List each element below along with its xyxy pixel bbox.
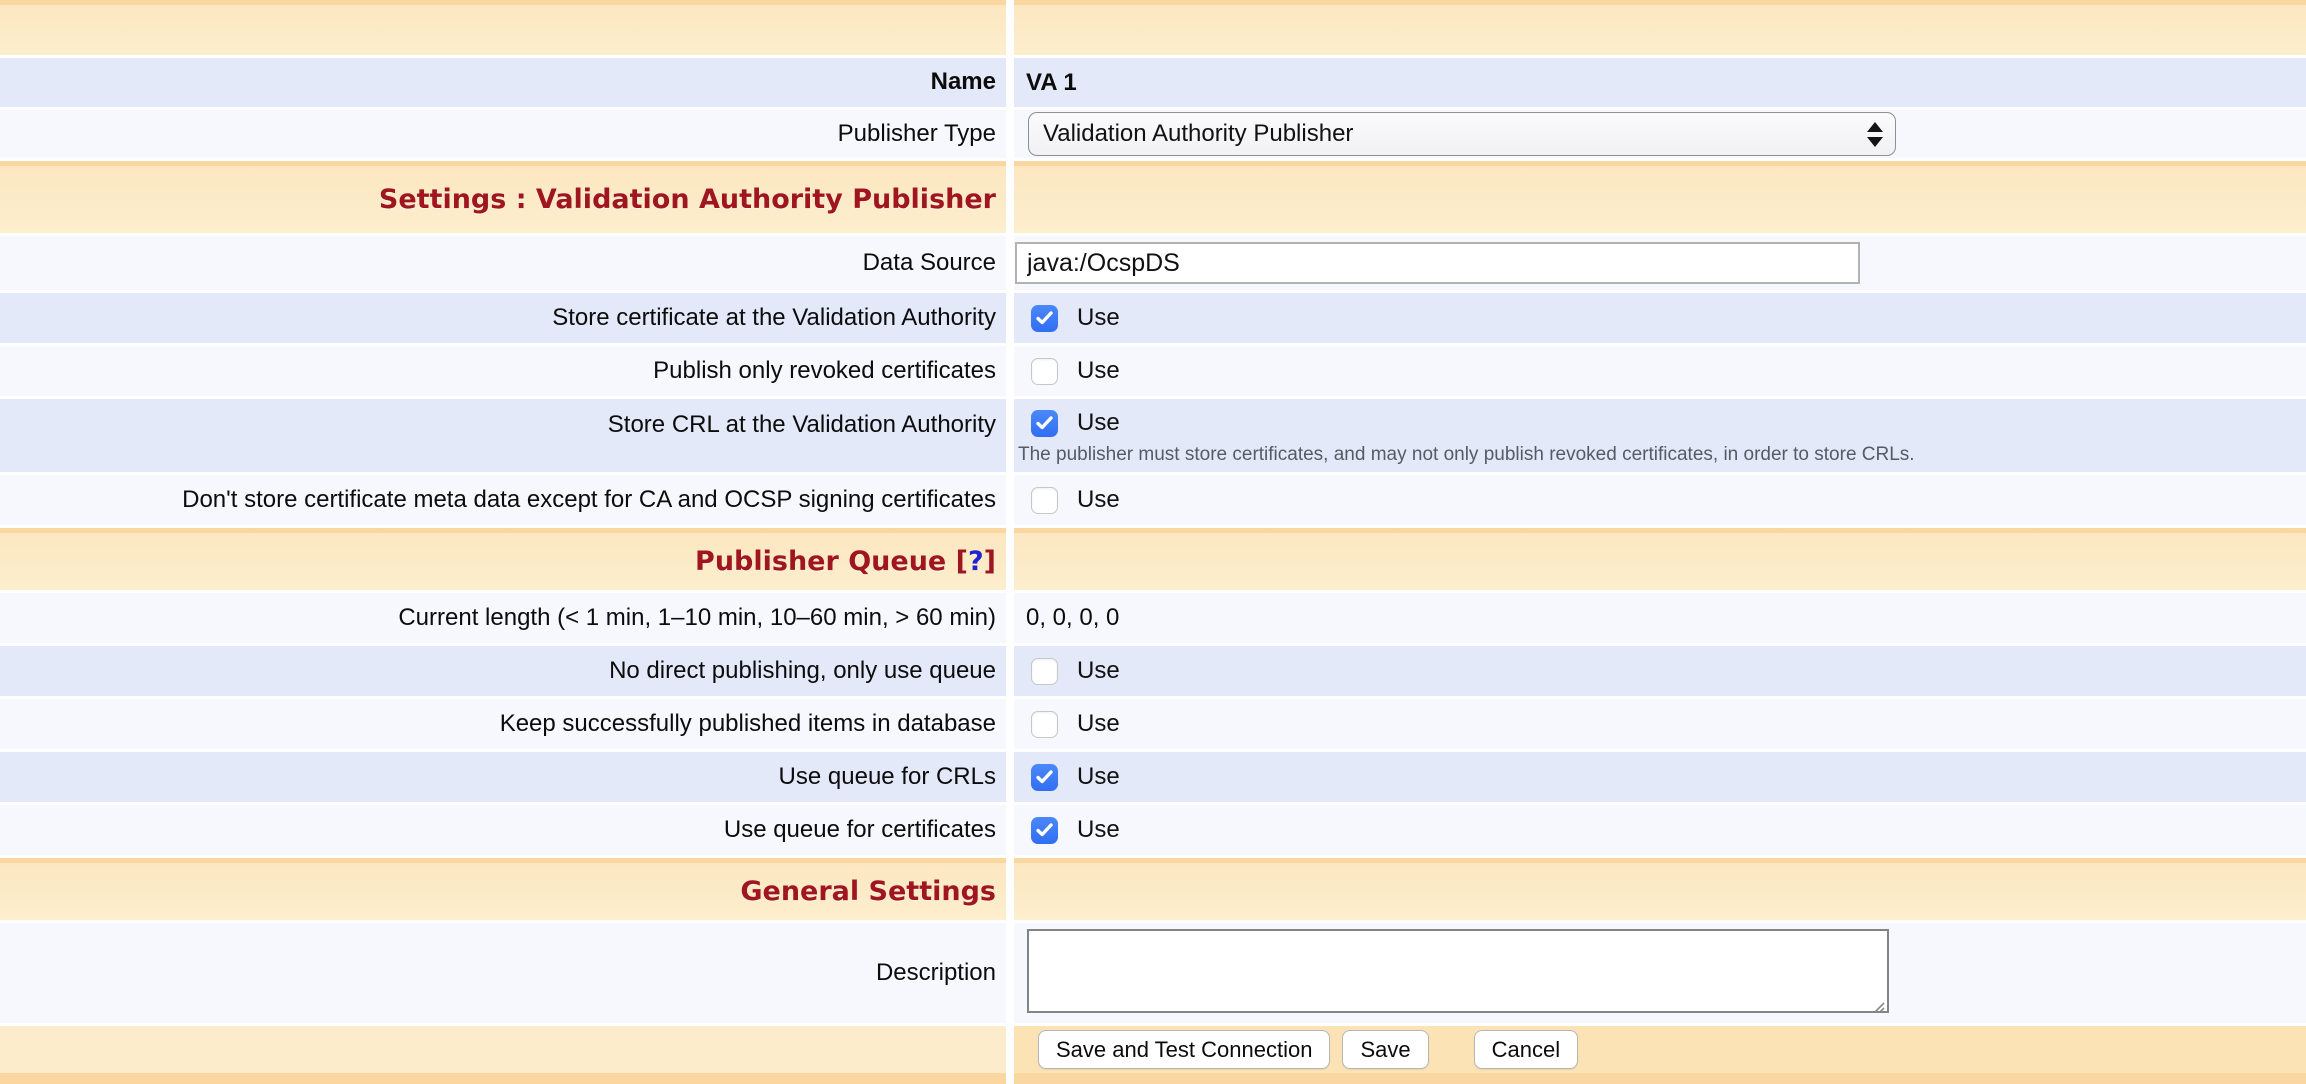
data-source-label: Data Source [863, 249, 996, 278]
current-length-label: Current length (< 1 min, 1–10 min, 10–60… [398, 604, 996, 633]
queue-for-crls-use-label[interactable]: Use [1077, 763, 1120, 791]
save-button[interactable]: Save [1342, 1030, 1428, 1069]
row-store-certificate: Store certificate at the Validation Auth… [0, 293, 2306, 343]
store-crl-use-label[interactable]: Use [1077, 409, 1120, 437]
publish-only-revoked-checkbox[interactable] [1031, 358, 1058, 385]
publish-only-revoked-label: Publish only revoked certificates [653, 357, 996, 386]
name-value: VA 1 [1026, 69, 1077, 97]
row-actions: Save and Test Connection Save Cancel [0, 1026, 2306, 1073]
publisher-type-selected-value: Validation Authority Publisher [1043, 120, 1353, 148]
store-crl-note: The publisher must store certificates, a… [1017, 443, 2306, 467]
store-crl-label: Store CRL at the Validation Authority [608, 411, 996, 440]
checkmark-icon [1036, 770, 1053, 784]
select-stepper-icon [1867, 122, 1883, 147]
help-bracket-close: ] [984, 546, 996, 577]
settings-section-title: Settings : Validation Authority Publishe… [379, 184, 996, 215]
dont-store-meta-checkbox[interactable] [1031, 487, 1058, 514]
row-current-length: Current length (< 1 min, 1–10 min, 10–60… [0, 593, 2306, 643]
store-certificate-label: Store certificate at the Validation Auth… [552, 304, 996, 333]
no-direct-publishing-label: No direct publishing, only use queue [609, 657, 996, 686]
name-label: Name [931, 68, 996, 97]
dont-store-meta-use-label[interactable]: Use [1077, 486, 1120, 514]
store-crl-checkbox[interactable] [1031, 410, 1058, 437]
queue-for-crls-label: Use queue for CRLs [779, 763, 996, 792]
description-textarea[interactable] [1027, 929, 1889, 1013]
row-no-direct-publishing: No direct publishing, only use queue Use [0, 646, 2306, 696]
general-settings-section-title: General Settings [740, 876, 996, 907]
row-publish-only-revoked: Publish only revoked certificates Use [0, 346, 2306, 396]
section-bottom-border [0, 1073, 2306, 1084]
no-direct-publishing-checkbox[interactable] [1031, 658, 1058, 685]
section-header-general-settings: General Settings [0, 863, 2306, 920]
store-certificate-use-label[interactable]: Use [1077, 304, 1120, 332]
store-certificate-checkbox[interactable] [1031, 305, 1058, 332]
keep-published-checkbox[interactable] [1031, 711, 1058, 738]
section-header-settings: Settings : Validation Authority Publishe… [0, 166, 2306, 233]
data-source-input[interactable] [1015, 242, 1860, 284]
dont-store-meta-label: Don't store certificate meta data except… [182, 486, 996, 515]
checkmark-icon [1036, 311, 1053, 325]
checkmark-icon [1036, 823, 1053, 837]
publish-only-revoked-use-label[interactable]: Use [1077, 357, 1120, 385]
row-keep-published: Keep successfully published items in dat… [0, 699, 2306, 749]
row-name: Name VA 1 [0, 58, 2306, 107]
publisher-queue-help-link[interactable]: ? [968, 546, 984, 577]
current-length-value: 0, 0, 0, 0 [1026, 604, 1119, 632]
publisher-queue-section-title: Publisher Queue [?] [695, 546, 996, 577]
section-header-publisher-queue: Publisher Queue [?] [0, 533, 2306, 590]
keep-published-use-label[interactable]: Use [1077, 710, 1120, 738]
save-and-test-connection-button[interactable]: Save and Test Connection [1038, 1030, 1330, 1069]
publisher-type-select[interactable]: Validation Authority Publisher [1028, 112, 1896, 156]
top-section-band [0, 5, 2306, 55]
cancel-button[interactable]: Cancel [1474, 1030, 1578, 1069]
row-queue-for-certificates: Use queue for certificates Use [0, 805, 2306, 855]
checkmark-icon [1036, 416, 1053, 430]
row-queue-for-crls: Use queue for CRLs Use [0, 752, 2306, 802]
publisher-type-label: Publisher Type [838, 120, 996, 149]
row-data-source: Data Source [0, 236, 2306, 290]
keep-published-label: Keep successfully published items in dat… [500, 710, 996, 739]
row-store-crl: Store CRL at the Validation Authority Us… [0, 399, 2306, 472]
queue-for-crls-checkbox[interactable] [1031, 764, 1058, 791]
no-direct-publishing-use-label[interactable]: Use [1077, 657, 1120, 685]
queue-for-certificates-use-label[interactable]: Use [1077, 816, 1120, 844]
row-dont-store-meta: Don't store certificate meta data except… [0, 475, 2306, 525]
row-description: Description [0, 923, 2306, 1023]
row-publisher-type: Publisher Type Validation Authority Publ… [0, 110, 2306, 158]
queue-for-certificates-label: Use queue for certificates [724, 816, 996, 845]
help-bracket-open: [ [956, 546, 968, 577]
description-label: Description [876, 959, 996, 988]
queue-for-certificates-checkbox[interactable] [1031, 817, 1058, 844]
